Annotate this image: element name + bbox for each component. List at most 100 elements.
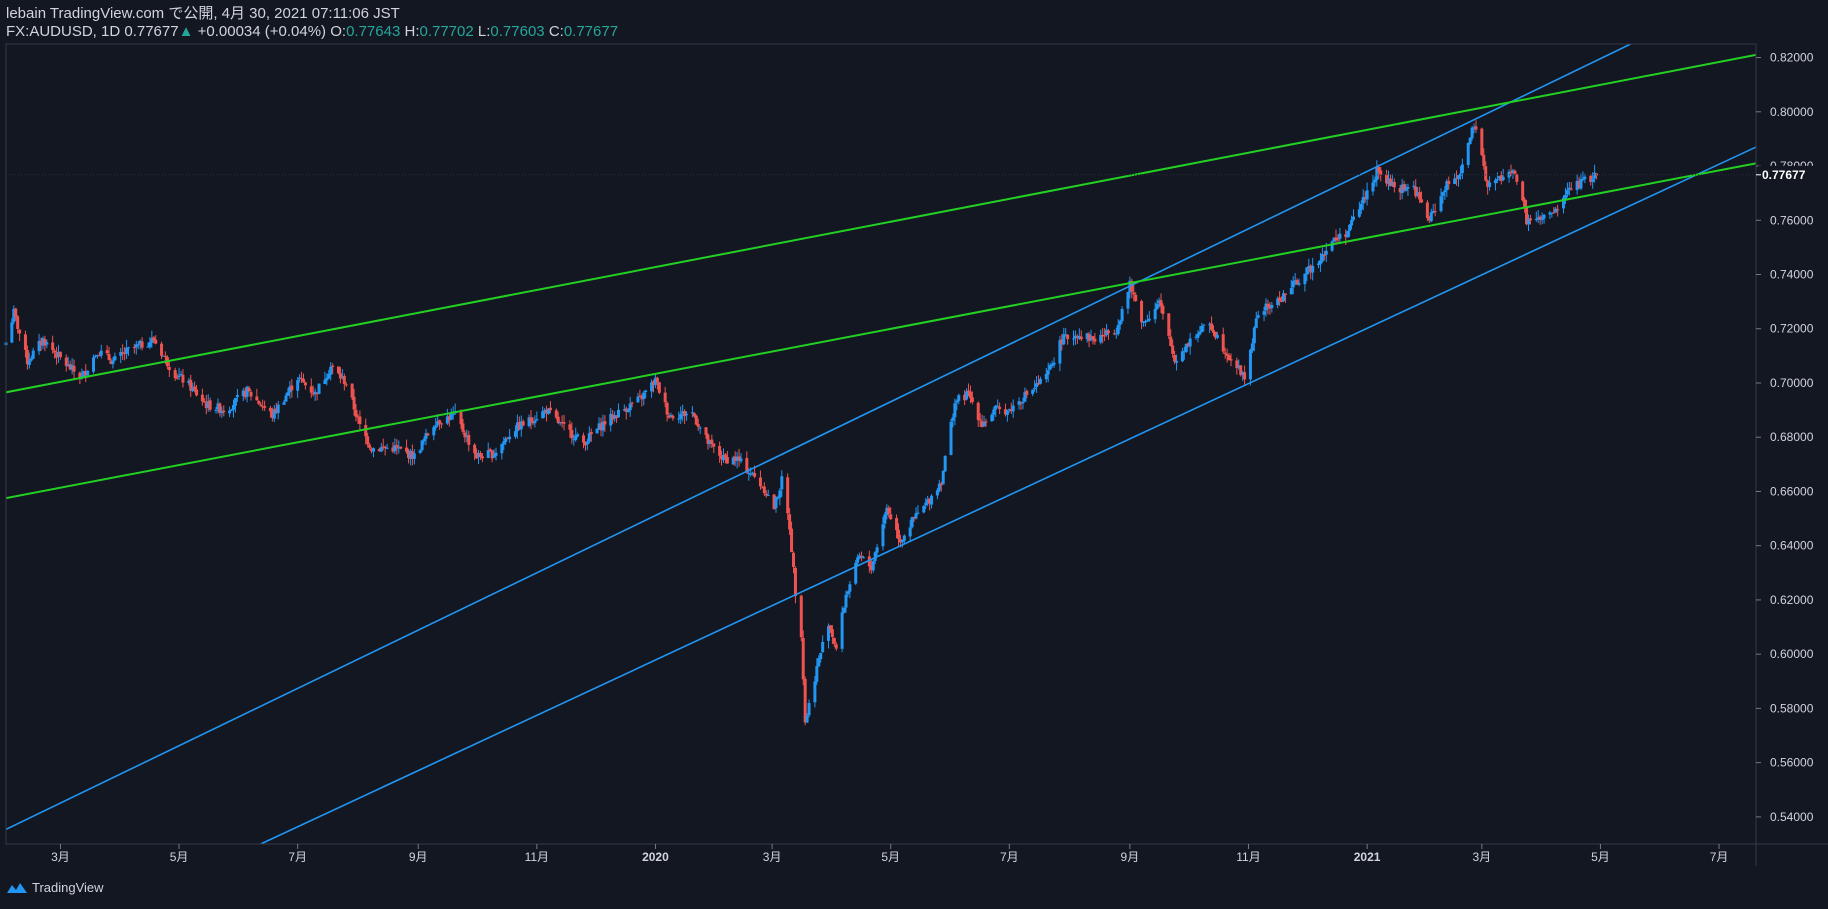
candle-body xyxy=(1132,292,1136,295)
tradingview-logo[interactable]: TradingView xyxy=(6,880,104,895)
low-value: 0.77603 xyxy=(490,23,545,40)
candle-body xyxy=(358,416,362,424)
close-label: C: xyxy=(548,23,564,40)
candle-body xyxy=(685,413,689,416)
candle-body xyxy=(1221,334,1225,352)
candle-body xyxy=(778,490,782,498)
candle-body xyxy=(630,402,634,404)
candle-body xyxy=(1188,338,1192,347)
candle-body xyxy=(276,404,280,414)
candle-body xyxy=(671,415,675,419)
candle-body xyxy=(766,495,770,497)
candle-body xyxy=(1338,233,1342,239)
candle-body xyxy=(1256,315,1260,318)
candle-body xyxy=(193,386,197,390)
upper-channel-line[interactable] xyxy=(0,30,1659,833)
candle-body xyxy=(617,409,620,418)
candle-body xyxy=(459,412,463,425)
candle-body xyxy=(233,397,237,406)
x-tick-label: 7月 xyxy=(288,850,307,864)
symbol-label[interactable]: FX:AUDUSD, 1D xyxy=(6,23,120,40)
candle-body xyxy=(1591,178,1595,182)
candle-body xyxy=(399,446,403,449)
candle-body xyxy=(1270,304,1274,309)
candle-body xyxy=(984,421,988,423)
candle-body xyxy=(1357,209,1361,217)
candle-body xyxy=(418,450,422,453)
candle-body xyxy=(1528,218,1532,221)
candle-body xyxy=(268,407,272,412)
candle-body xyxy=(521,421,525,426)
candle-body xyxy=(665,402,669,415)
candle-body xyxy=(160,343,164,356)
candle-body xyxy=(58,351,62,358)
candle-body xyxy=(698,427,702,429)
candle-body xyxy=(1223,352,1227,354)
close-value: 0.77677 xyxy=(563,23,619,40)
y-tick-label: 0.74000 xyxy=(1770,268,1814,282)
candle-body xyxy=(1513,170,1517,174)
candle-body xyxy=(712,443,716,447)
candle-body xyxy=(1107,330,1110,334)
candle-body xyxy=(968,391,972,398)
candle-body xyxy=(451,413,455,415)
trend-lines[interactable] xyxy=(0,30,1756,844)
candle-body xyxy=(127,347,130,349)
candle-body xyxy=(317,383,321,394)
candle-body xyxy=(1147,318,1151,321)
candle-body xyxy=(805,715,809,723)
candle-body xyxy=(434,425,438,428)
candle-body xyxy=(908,527,912,537)
candle-body xyxy=(1515,174,1519,182)
y-tick-label: 0.80000 xyxy=(1770,105,1814,119)
candle-body xyxy=(922,505,926,513)
open-value: 0.77643 xyxy=(346,23,401,40)
candle-body xyxy=(780,476,784,490)
candle-body xyxy=(1167,313,1171,336)
y-tick-label: 0.60000 xyxy=(1770,647,1814,661)
candle-body xyxy=(1210,323,1214,330)
low-label: L: xyxy=(477,23,491,40)
candle-body xyxy=(379,447,383,452)
candle-body xyxy=(1266,303,1270,307)
candle-body xyxy=(368,444,372,448)
candle-body xyxy=(1441,192,1445,196)
candle-body xyxy=(1093,338,1097,342)
symbol-info: FX:AUDUSD, 1D 0.77677▲ +0.00034 (+0.04%)… xyxy=(6,23,618,41)
candle-body xyxy=(1583,176,1587,179)
candle-body xyxy=(881,524,885,547)
candle-body xyxy=(1425,202,1429,218)
lower-trend-line[interactable] xyxy=(0,162,1756,500)
candle-body xyxy=(1322,254,1326,256)
candle-body xyxy=(338,373,342,379)
candle-body xyxy=(247,387,251,392)
candle-body xyxy=(486,450,490,458)
candle-body xyxy=(105,350,109,354)
candle-body xyxy=(694,415,698,425)
candle-body xyxy=(263,406,267,408)
candle-body xyxy=(163,355,167,357)
last-price: 0.77677 xyxy=(124,23,179,40)
candle-body xyxy=(792,552,795,567)
candle-body xyxy=(1359,203,1363,210)
y-tick-label: 0.72000 xyxy=(1770,322,1814,336)
candle-body xyxy=(342,375,346,385)
candle-body xyxy=(965,391,969,400)
candle-body xyxy=(1453,178,1457,184)
lower-channel-line[interactable] xyxy=(260,146,1756,844)
candle-body xyxy=(642,392,646,400)
candle-body xyxy=(296,380,300,391)
candle-body xyxy=(72,365,76,372)
candle-body xyxy=(1005,410,1009,416)
candle-body xyxy=(897,529,900,539)
candle-body xyxy=(422,439,426,442)
time-axis[interactable]: 3月 5月 7月 9月 11月 2020 3月 5月 7月 9月 11月 2021 3月 5月 7月 xyxy=(51,844,1728,864)
upper-trend-line[interactable] xyxy=(0,53,1756,394)
candle-body xyxy=(51,342,55,351)
candle-body xyxy=(426,433,430,436)
price-chart[interactable]: 0.54000 0.56000 0.58000 0.60000 0.62000 0.640… xyxy=(0,0,1828,909)
candle-body xyxy=(998,406,1002,410)
candle-body xyxy=(1311,265,1315,273)
y-tick-label: 0.56000 xyxy=(1770,756,1814,770)
candle-body xyxy=(704,427,708,435)
